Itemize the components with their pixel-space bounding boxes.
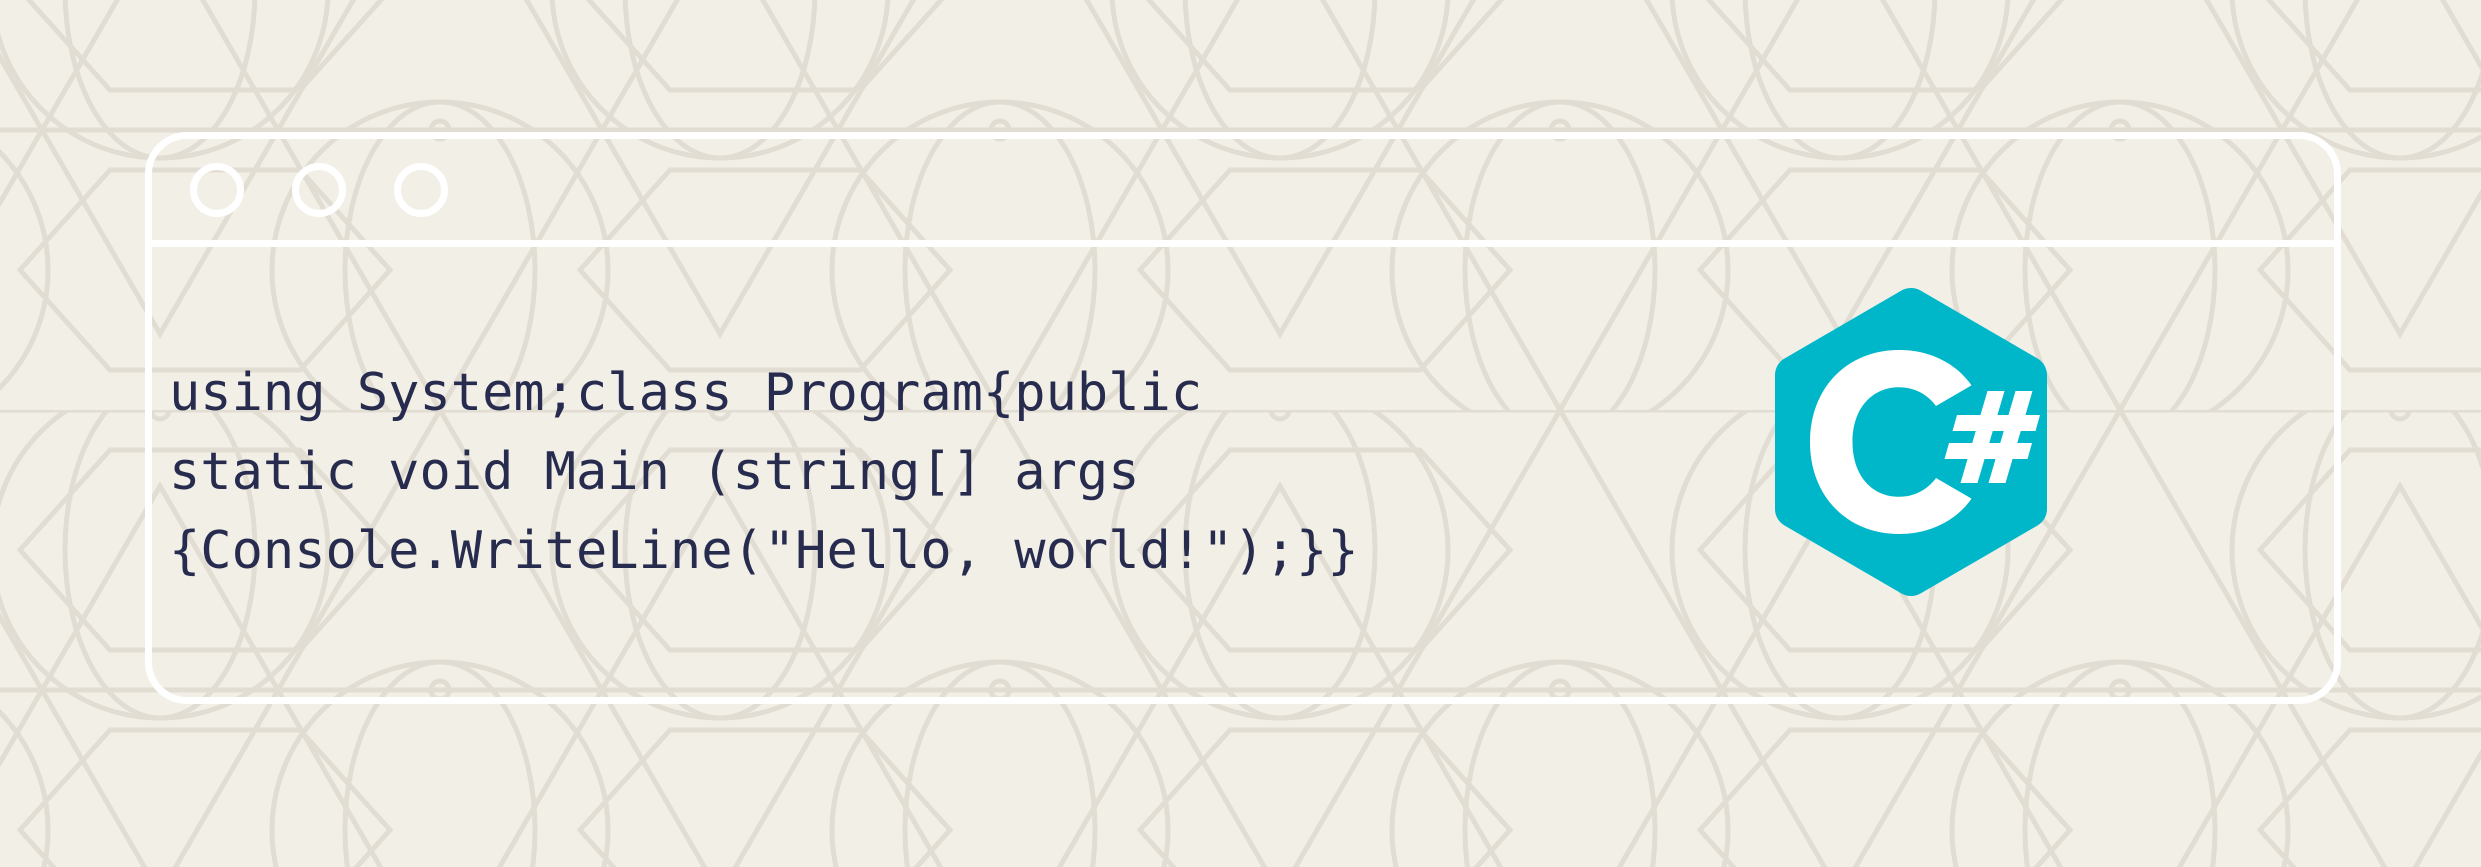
window-dot-close-icon[interactable] (190, 162, 244, 217)
window-content-area: using System;class Program{public static … (152, 247, 2334, 697)
screenshot-canvas: using System;class Program{public static … (0, 0, 2481, 867)
titlebar-spacer-1 (244, 189, 292, 190)
csharp-logo-svg (1775, 287, 2047, 597)
window-dot-minimize-icon[interactable] (292, 162, 346, 217)
code-line: static void Main (string[] args (169, 441, 1140, 502)
code-snippet: using System;class Program{public static … (152, 354, 1359, 591)
code-window: using System;class Program{public static … (145, 132, 2341, 704)
window-titlebar (152, 139, 2334, 247)
titlebar-spacer-2 (346, 189, 394, 190)
code-line: using System;class Program{public (169, 362, 1203, 423)
code-line: {Console.WriteLine("Hello, world!");}} (169, 520, 1359, 581)
csharp-hexagon-logo: C# logo (1772, 287, 2050, 597)
window-dot-maximize-icon[interactable] (394, 162, 448, 217)
